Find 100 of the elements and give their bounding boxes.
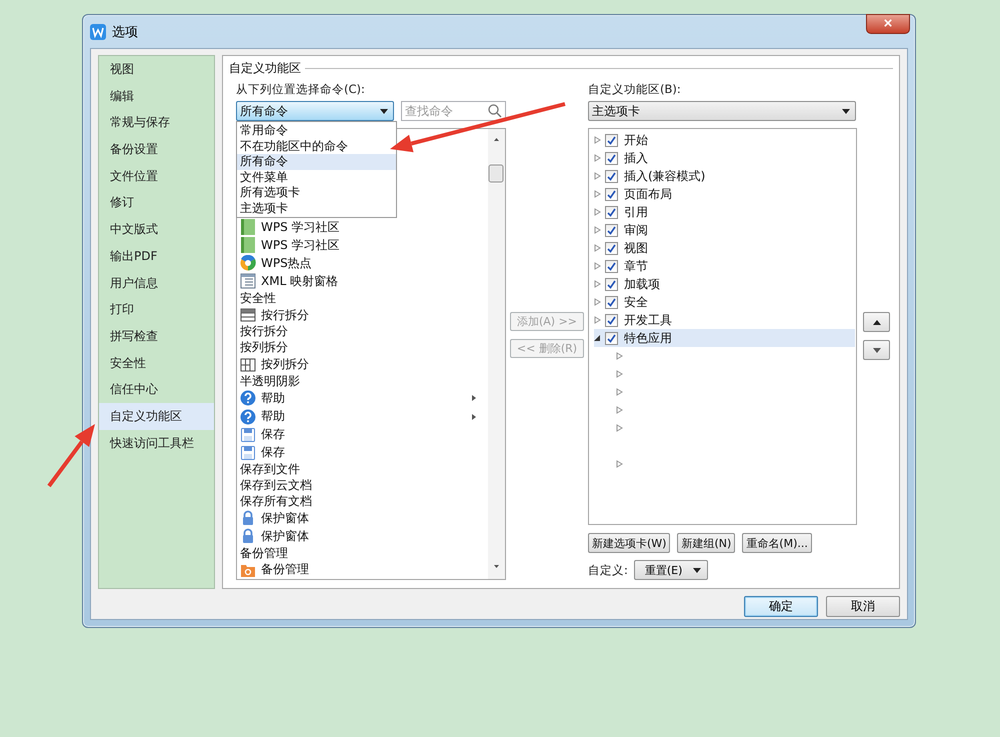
sidebar-item[interactable]: 用户信息 (99, 270, 214, 296)
checkbox[interactable] (605, 224, 618, 236)
ribbon-tabs-dropdown[interactable]: 主选项卡 (588, 101, 856, 121)
sidebar-item[interactable]: 视图 (99, 56, 214, 83)
command-item[interactable]: WPS热点 (240, 254, 488, 272)
command-item[interactable]: 按行拆分 (240, 324, 488, 340)
command-item[interactable]: XML 映射窗格 (240, 272, 488, 290)
annotation-arrow (47, 424, 95, 488)
app-logo-icon (90, 24, 106, 40)
help-icon (240, 390, 256, 406)
tree-item[interactable]: 插入(兼容模式) (594, 167, 855, 185)
checkbox[interactable] (605, 206, 618, 218)
checkbox[interactable] (605, 332, 618, 344)
checkbox[interactable] (605, 170, 618, 182)
sidebar-item[interactable]: 中文版式 (99, 216, 214, 243)
tree-item[interactable]: 引用 (594, 203, 855, 221)
expand-arrow-icon[interactable] (594, 280, 601, 288)
expand-arrow-icon[interactable] (594, 262, 601, 270)
expand-arrow-icon[interactable] (616, 406, 623, 414)
ok-button[interactable]: 确定 (744, 596, 818, 617)
command-item[interactable]: 保存 (240, 444, 488, 462)
cancel-button[interactable]: 取消 (826, 596, 900, 617)
checkbox[interactable] (605, 188, 618, 200)
dropdown-option[interactable]: 所有命令 (237, 154, 396, 170)
search-field[interactable]: 查找命令 (401, 101, 506, 121)
expand-arrow-icon[interactable] (594, 298, 601, 306)
command-source-dropdown[interactable]: 所有命令 (236, 101, 394, 121)
action-button[interactable]: 新建选项卡(W) (588, 533, 670, 553)
tree-item[interactable]: 加载项 (594, 275, 855, 293)
sidebar-item[interactable]: 信任中心 (99, 376, 214, 403)
command-item[interactable]: 保存到云文档 (240, 477, 488, 494)
command-item[interactable]: WPS 学习社区 (240, 236, 488, 254)
expand-arrow-icon[interactable] (594, 190, 601, 198)
expand-arrow-icon[interactable] (594, 136, 601, 144)
sidebar-item[interactable]: 输出PDF (99, 242, 214, 270)
command-item[interactable]: 按列拆分 (240, 356, 488, 374)
sidebar-item[interactable]: 快速访问工具栏 (99, 430, 214, 456)
sidebar-item[interactable]: 自定义功能区 (99, 402, 214, 430)
command-item[interactable]: 保存 (240, 426, 488, 444)
tree-item[interactable]: 开发工具 (594, 311, 855, 329)
tree-item[interactable]: 开始 (594, 131, 855, 149)
expand-arrow-icon[interactable] (594, 244, 601, 252)
expand-arrow-icon[interactable] (616, 424, 623, 432)
save-icon (240, 444, 256, 461)
action-button[interactable]: 重命名(M)... (742, 533, 812, 553)
colorful-circle-icon (240, 255, 256, 272)
sidebar-item[interactable]: 打印 (99, 296, 214, 323)
expand-arrow-icon[interactable] (616, 370, 623, 378)
checkbox[interactable] (605, 242, 618, 254)
command-item[interactable]: 半透明阴影 (240, 374, 488, 390)
expand-arrow-icon[interactable] (594, 208, 601, 216)
tree-item[interactable]: 特色应用 (594, 329, 855, 347)
checkbox[interactable] (605, 296, 618, 308)
tree-item[interactable]: 视图 (594, 239, 855, 257)
checkbox[interactable] (605, 260, 618, 272)
command-item[interactable]: 备份管理 (240, 545, 488, 561)
reset-button[interactable]: 重置(E) (634, 560, 708, 580)
collapse-arrow-icon[interactable] (594, 334, 601, 342)
checkbox[interactable] (605, 314, 618, 326)
sidebar-item[interactable]: 修订 (99, 189, 214, 216)
command-item[interactable]: 保存到文件 (240, 462, 488, 478)
tree-item[interactable]: 安全 (594, 293, 855, 311)
expand-arrow-icon[interactable] (594, 172, 601, 180)
rows-icon (240, 307, 256, 323)
command-item[interactable]: WPS 学习社区 (240, 218, 488, 236)
command-item[interactable]: 帮助 (240, 408, 488, 426)
move-up-button[interactable] (863, 312, 890, 332)
command-item[interactable]: 按列拆分 (240, 340, 488, 356)
expand-arrow-icon[interactable] (594, 316, 601, 324)
sidebar-item[interactable]: 安全性 (99, 350, 214, 376)
sidebar-item[interactable]: 编辑 (99, 82, 214, 110)
command-item[interactable]: 安全性 (240, 290, 488, 306)
expand-arrow-icon[interactable] (616, 352, 623, 360)
caret-icon (842, 108, 850, 114)
expand-arrow-icon[interactable] (616, 460, 623, 468)
move-down-button[interactable] (863, 340, 890, 360)
tree-item[interactable]: 审阅 (594, 221, 855, 239)
caret-icon (380, 108, 388, 114)
table-icon (240, 273, 256, 290)
command-item[interactable]: 帮助 (240, 389, 488, 408)
checkbox[interactable] (605, 278, 618, 290)
command-item[interactable]: 保存所有文档 (240, 493, 488, 510)
command-item[interactable]: 保护窗体 (240, 509, 488, 528)
expand-arrow-icon[interactable] (594, 226, 601, 234)
sidebar-item[interactable]: 备份设置 (99, 136, 214, 163)
expand-arrow-icon[interactable] (616, 388, 623, 396)
sidebar-item[interactable]: 文件位置 (99, 162, 214, 190)
action-button[interactable]: 新建组(N) (677, 533, 736, 553)
tree-item[interactable]: 插入 (594, 149, 855, 167)
checkbox[interactable] (605, 152, 618, 164)
sidebar-item[interactable]: 常规与保存 (99, 109, 214, 136)
tree-item[interactable]: 章节 (594, 257, 855, 275)
book-icon (240, 237, 256, 254)
sidebar-item[interactable]: 拼写检查 (99, 322, 214, 350)
tree-item[interactable]: 页面布局 (594, 185, 855, 203)
checkbox[interactable] (605, 134, 618, 146)
command-item[interactable]: 按行拆分 (240, 306, 488, 324)
command-item[interactable]: 备份管理 (240, 560, 488, 579)
command-item[interactable]: 保护窗体 (240, 527, 488, 546)
expand-arrow-icon[interactable] (594, 154, 601, 162)
